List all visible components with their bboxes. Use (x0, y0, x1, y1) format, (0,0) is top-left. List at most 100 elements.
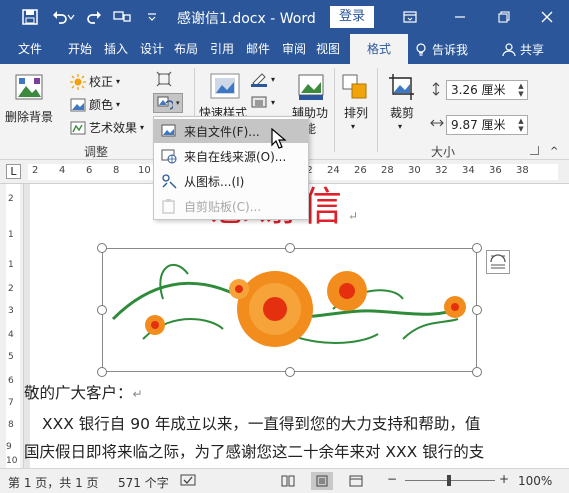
tab-references[interactable]: 引用 (210, 34, 234, 64)
redo-icon[interactable] (84, 7, 104, 27)
arrange-label[interactable]: 排列 (344, 104, 368, 121)
vertical-ruler: 2 1 1 2 3 4 5 6 7 8 9 10 (0, 184, 24, 468)
ruler-number: 9 (6, 442, 12, 452)
selected-picture[interactable] (97, 243, 482, 377)
body-line-1[interactable]: XXX 银行自 90 年成立以来，一直得到您的大力支持和帮助，值 (42, 412, 480, 434)
resize-handle-bottom-left[interactable] (97, 367, 107, 377)
tell-me-search[interactable]: 告诉我 (414, 41, 468, 58)
ruler-number: 4 (59, 165, 66, 176)
undo-dropdown-icon[interactable] (66, 7, 76, 27)
minimize-icon[interactable] (440, 0, 480, 34)
icons-label: 从图标...(I) (184, 174, 245, 189)
crop-icon[interactable] (388, 72, 418, 102)
quick-styles-icon[interactable] (205, 70, 245, 102)
ruler-number: 38 (516, 165, 529, 176)
document-area[interactable]: 感谢信↵ (24, 184, 569, 468)
height-input[interactable]: 3.26 厘米 ▲ ▼ (446, 80, 528, 100)
zoom-slider-thumb[interactable] (447, 475, 451, 486)
resize-handle-left[interactable] (97, 305, 107, 315)
corrections-button[interactable]: 校正 ▾ (70, 73, 120, 90)
layout-options-button[interactable] (486, 250, 510, 274)
login-button[interactable]: 登录 (330, 6, 374, 28)
tab-home[interactable]: 开始 (68, 34, 92, 64)
adjust-group-label: 调整 (84, 145, 109, 159)
tab-selector[interactable]: L (6, 164, 21, 179)
resize-handle-bottom[interactable] (285, 367, 295, 377)
width-input[interactable]: 9.87 厘米 ▲ ▼ (446, 115, 528, 135)
zoom-level[interactable]: 100% (518, 474, 552, 488)
picture-effects-button[interactable]: ▾ (250, 94, 275, 110)
ruler-number: 3 (8, 306, 14, 316)
alt-text-icon[interactable] (296, 72, 326, 102)
print-layout-icon[interactable] (311, 472, 333, 490)
zoom-out-button[interactable]: − (387, 472, 397, 486)
ribbon-display-options-icon[interactable] (390, 0, 430, 34)
crop-dropdown-icon[interactable]: ▾ (398, 122, 402, 131)
resize-handle-top-left[interactable] (97, 243, 107, 253)
ruler-number: 6 (8, 376, 14, 386)
restore-icon[interactable] (484, 0, 524, 34)
width-icon (430, 117, 444, 129)
color-picture-icon (70, 98, 86, 111)
resize-handle-bottom-right[interactable] (472, 367, 482, 377)
page-count[interactable]: 第 1 页，共 1 页 (8, 474, 99, 491)
tab-view[interactable]: 视图 (316, 34, 340, 64)
ruler-number: 1 (8, 230, 14, 240)
tab-mailings[interactable]: 邮件 (246, 34, 270, 64)
tab-review[interactable]: 审阅 (282, 34, 306, 64)
resize-handle-right[interactable] (472, 305, 482, 315)
remove-background-icon[interactable] (14, 72, 46, 104)
title-bar: 感谢信1.docx - Word 登录 (0, 0, 569, 34)
height-icon (430, 82, 442, 96)
zoom-in-button[interactable]: + (499, 472, 509, 486)
ruler-number: 34 (462, 165, 475, 176)
quick-access-custom-icon[interactable] (112, 7, 132, 27)
document-page[interactable]: 感谢信↵ (24, 184, 569, 468)
width-spinner[interactable]: ▲ ▼ (516, 117, 526, 133)
read-mode-icon[interactable] (277, 472, 299, 490)
ruler-number: 28 (381, 165, 394, 176)
change-picture-button[interactable]: ▾ (153, 93, 183, 113)
tell-me-label: 告诉我 (432, 43, 469, 57)
tab-format[interactable]: 格式 (350, 34, 408, 64)
arrange-dropdown-icon[interactable]: ▾ (351, 122, 355, 131)
ruler-number: 10 (6, 456, 18, 466)
collapse-ribbon-icon[interactable]: ^ (550, 146, 558, 157)
close-icon[interactable] (527, 0, 567, 34)
menu-item-icons[interactable]: 从图标...(I) (154, 169, 308, 193)
height-spinner[interactable]: ▲ ▼ (516, 82, 526, 98)
compress-pictures-icon[interactable] (156, 71, 172, 87)
from-file-icon (154, 119, 184, 143)
tab-design[interactable]: 设计 (140, 34, 164, 64)
ruler-number: 26 (354, 165, 367, 176)
arrange-icon[interactable] (340, 72, 370, 102)
crop-label[interactable]: 裁剪 (390, 104, 414, 121)
picture-border-button[interactable]: ▾ (250, 71, 275, 87)
ruler-number: 10 (138, 165, 151, 176)
menu-item-clipboard[interactable]: 自剪贴板(C)... (154, 194, 308, 218)
group-separator (377, 68, 378, 152)
window-title: 感谢信1.docx - Word (177, 11, 316, 27)
remove-background-label[interactable]: 删除背景 (5, 108, 53, 125)
share-button[interactable]: 共享 (502, 41, 544, 58)
tab-layout[interactable]: 布局 (174, 34, 198, 64)
artistic-effects-button[interactable]: 艺术效果 ▾ (70, 119, 144, 136)
resize-handle-top-right[interactable] (472, 243, 482, 253)
web-layout-icon[interactable] (345, 472, 367, 490)
size-dialog-launcher[interactable] (530, 146, 539, 155)
color-button[interactable]: 颜色 ▾ (70, 96, 120, 113)
tab-insert[interactable]: 插入 (104, 34, 128, 64)
greeting-line[interactable]: 敬的广大客户：↵ (24, 381, 143, 403)
save-icon[interactable] (20, 7, 40, 27)
customize-quick-access-icon[interactable] (142, 7, 162, 27)
tab-file[interactable]: 文件 (18, 34, 42, 64)
ruler-number: 32 (435, 165, 448, 176)
ruler-number: 5 (8, 352, 14, 362)
layout-options-icon (490, 254, 506, 269)
body-line-2[interactable]: 国庆假日即将来临之际，为了感谢您这二十余年来对 XXX 银行的支 (24, 440, 484, 462)
word-count[interactable]: 571 个字 (118, 474, 169, 491)
greeting-text: 敬的广大客户： (24, 384, 133, 402)
resize-handle-top[interactable] (285, 243, 295, 253)
proofing-icon[interactable] (180, 472, 196, 491)
ruler-number: 4 (8, 330, 14, 340)
